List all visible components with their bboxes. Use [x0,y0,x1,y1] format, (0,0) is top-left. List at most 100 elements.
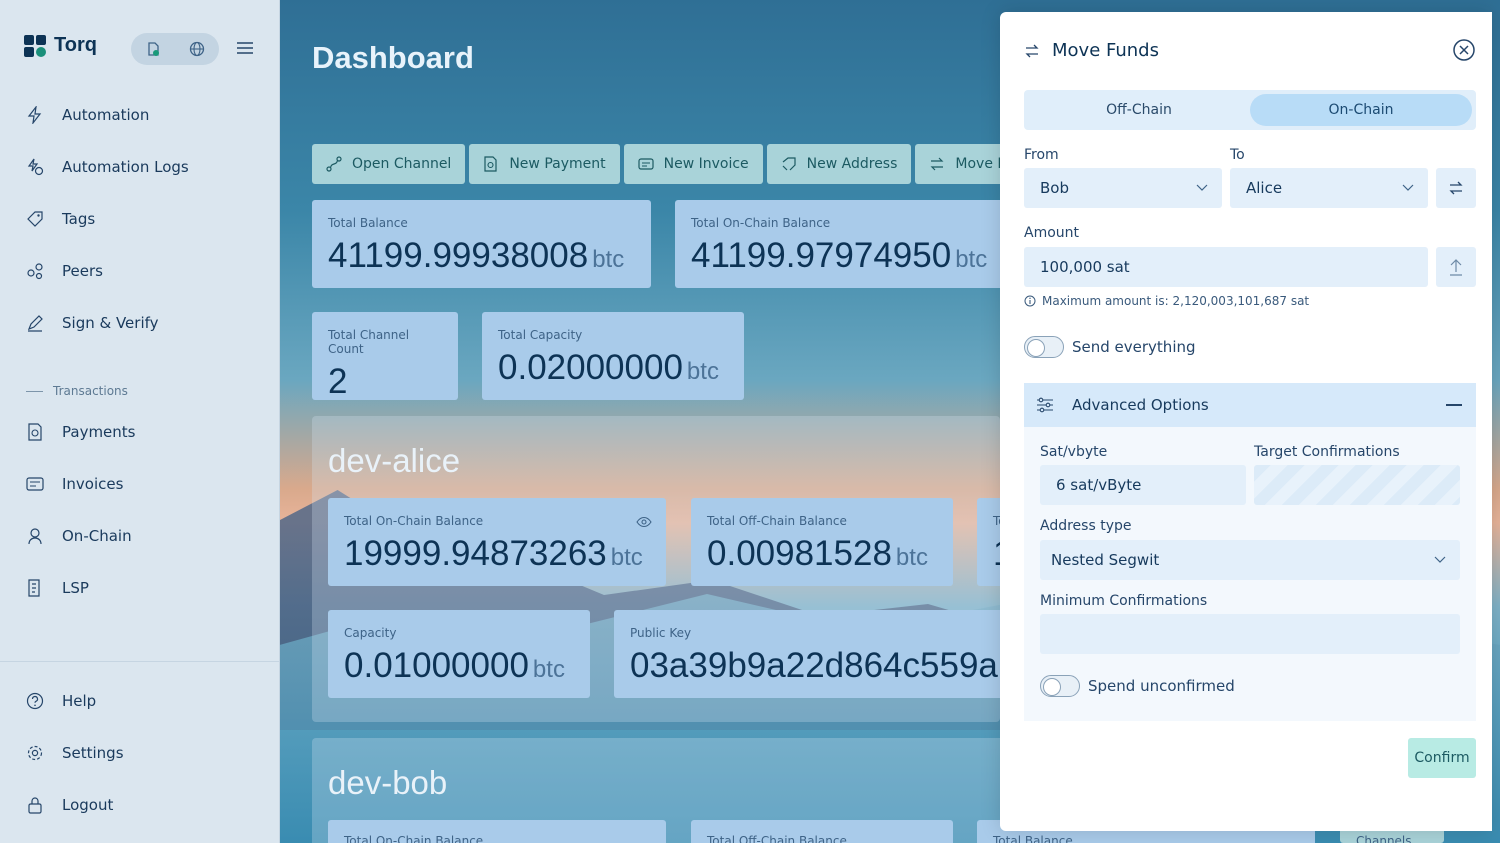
sidebar-item-on-chain[interactable]: On-Chain [0,510,280,562]
sidebar: Torq Automation Automation Logs Tags Pee… [0,0,280,843]
sidebar-item-lsp[interactable]: LSP [0,562,280,614]
chevron-down-icon [1434,556,1446,564]
sat-vbyte-input[interactable]: 6 sat/vByte [1040,465,1246,505]
collapse-icon[interactable] [1446,404,1462,406]
on-chain-icon [26,527,44,545]
node-capacity-card: Capacity 0.01000000 btc [328,610,590,698]
channel-count-card: Total Channel Count 2 [312,312,458,400]
max-amount-button[interactable] [1436,247,1476,287]
minimum-confirmations-input[interactable] [1040,614,1460,654]
sidebar-item-label: Automation Logs [62,158,189,176]
node-onchain-card: Total On-Chain Balance 19999.94873263 btc [328,498,666,586]
globe-icon[interactable] [188,40,206,58]
card-label: Total On-Chain Balance [344,834,484,843]
sidebar-item-invoices[interactable]: Invoices [0,458,280,510]
node-onchain-card: Total On-Chain Balance [328,820,666,843]
sidebar-item-label: Help [62,692,97,710]
new-invoice-button[interactable]: New Invoice [623,144,763,184]
move-funds-panel: Move Funds Off-Chain On-Chain From To Bo… [1000,12,1492,831]
card-label: Channels [1356,834,1412,843]
action-toolbar: Open Channel New Payment New Invoice New… [312,144,1053,184]
target-confirmations-label: Target Confirmations [1254,444,1400,460]
hamburger-menu-icon[interactable] [236,39,254,57]
max-amount-hint: Maximum amount is: 2,120,003,101,687 sat [1024,294,1309,308]
address-type-select[interactable]: Nested Segwit [1040,540,1460,580]
card-label: Total Balance [993,834,1073,843]
open-channel-button[interactable]: Open Channel [312,144,466,184]
sidebar-item-tags[interactable]: Tags [0,193,280,245]
tab-off-chain[interactable]: Off-Chain [1028,94,1250,126]
card-label: Total On-Chain Balance [344,514,484,528]
sidebar-item-help[interactable]: Help [0,675,280,727]
send-everything-toggle[interactable] [1024,336,1064,358]
node-pubkey-card: Public Key 03a39b9a22d864c559a [614,610,1000,698]
card-unit: btc [610,544,643,571]
sat-vbyte-label: Sat/vbyte [1040,444,1108,460]
channel-icon [326,156,342,172]
tag-icon [26,210,44,228]
section-header-transactions: Transactions [0,376,280,406]
sidebar-item-payments[interactable]: Payments [0,406,280,458]
total-balance-card: Total Balance 41199.99938008 btc [312,200,651,288]
card-label: Total Off-Chain Balance [707,514,847,528]
card-unit: btc [532,656,565,683]
payments-icon [26,423,44,441]
transfer-icon [1024,43,1040,59]
node-title: dev-bob [328,764,448,801]
to-select[interactable]: Alice [1230,168,1428,208]
node-offchain-card: Total Off-Chain Balance [691,820,953,843]
card-value: 0.00981528 [707,534,892,573]
sidebar-item-logout[interactable]: Logout [0,779,280,831]
sidebar-item-settings[interactable]: Settings [0,727,280,779]
node-status-icon[interactable] [144,40,162,58]
sidebar-item-peers[interactable]: Peers [0,245,280,297]
sidebar-item-sign-verify[interactable]: Sign & Verify [0,297,280,349]
card-label: Total Channel Count [328,328,410,356]
upload-icon [1449,258,1463,276]
new-payment-button[interactable]: New Payment [469,144,620,184]
spend-unconfirmed-toggle[interactable] [1040,675,1080,697]
close-icon[interactable] [1452,38,1476,62]
card-value: 0.02000000 [498,348,683,387]
invoice-icon [638,156,654,172]
sidebar-item-automation[interactable]: Automation [0,89,280,141]
amount-input[interactable]: 100,000 sat [1024,247,1428,287]
node-total-card-partial: To 1 [977,498,1000,586]
card-unit: btc [592,246,625,273]
new-address-button[interactable]: New Address [766,144,912,184]
tab-on-chain[interactable]: On-Chain [1250,94,1472,126]
card-value: 1 [993,534,1000,574]
automation-logs-icon [26,158,44,176]
from-label: From [1024,147,1059,163]
torq-logo-icon [24,34,46,57]
card-unit: btc [686,358,719,385]
card-value: 41199.99938008 [328,236,589,275]
eye-icon[interactable] [636,516,652,528]
swap-direction-button[interactable] [1436,168,1476,208]
help-icon [26,692,44,710]
panel-title: Move Funds [1052,40,1159,61]
brand-logo[interactable]: Torq [24,34,97,57]
sidebar-item-automation-logs[interactable]: Automation Logs [0,141,280,193]
panel-header: Move Funds [1024,40,1159,61]
page-title: Dashboard [312,40,474,75]
address-type-label: Address type [1040,518,1132,534]
transfer-icon [929,156,945,172]
network-toggle[interactable] [131,33,219,65]
card-unit: btc [955,246,988,273]
from-select[interactable]: Bob [1024,168,1222,208]
spend-unconfirmed-label: Spend unconfirmed [1088,677,1235,695]
sliders-icon [1036,396,1054,414]
nav-transactions: Transactions Payments Invoices On-Chain … [0,376,280,614]
card-value: 41199.97974950 [691,236,952,275]
card-value: 03a39b9a22d864c559a [630,646,998,685]
address-icon [781,156,797,172]
advanced-options-title: Advanced Options [1072,396,1209,414]
sidebar-item-label: Peers [62,262,103,280]
info-icon [1024,295,1036,307]
advanced-options-header[interactable]: Advanced Options [1024,383,1476,427]
confirm-button[interactable]: Confirm [1408,738,1476,778]
sidebar-item-label: Tags [62,210,96,228]
lock-icon [26,796,44,814]
total-capacity-card: Total Capacity 0.02000000 btc [482,312,744,400]
